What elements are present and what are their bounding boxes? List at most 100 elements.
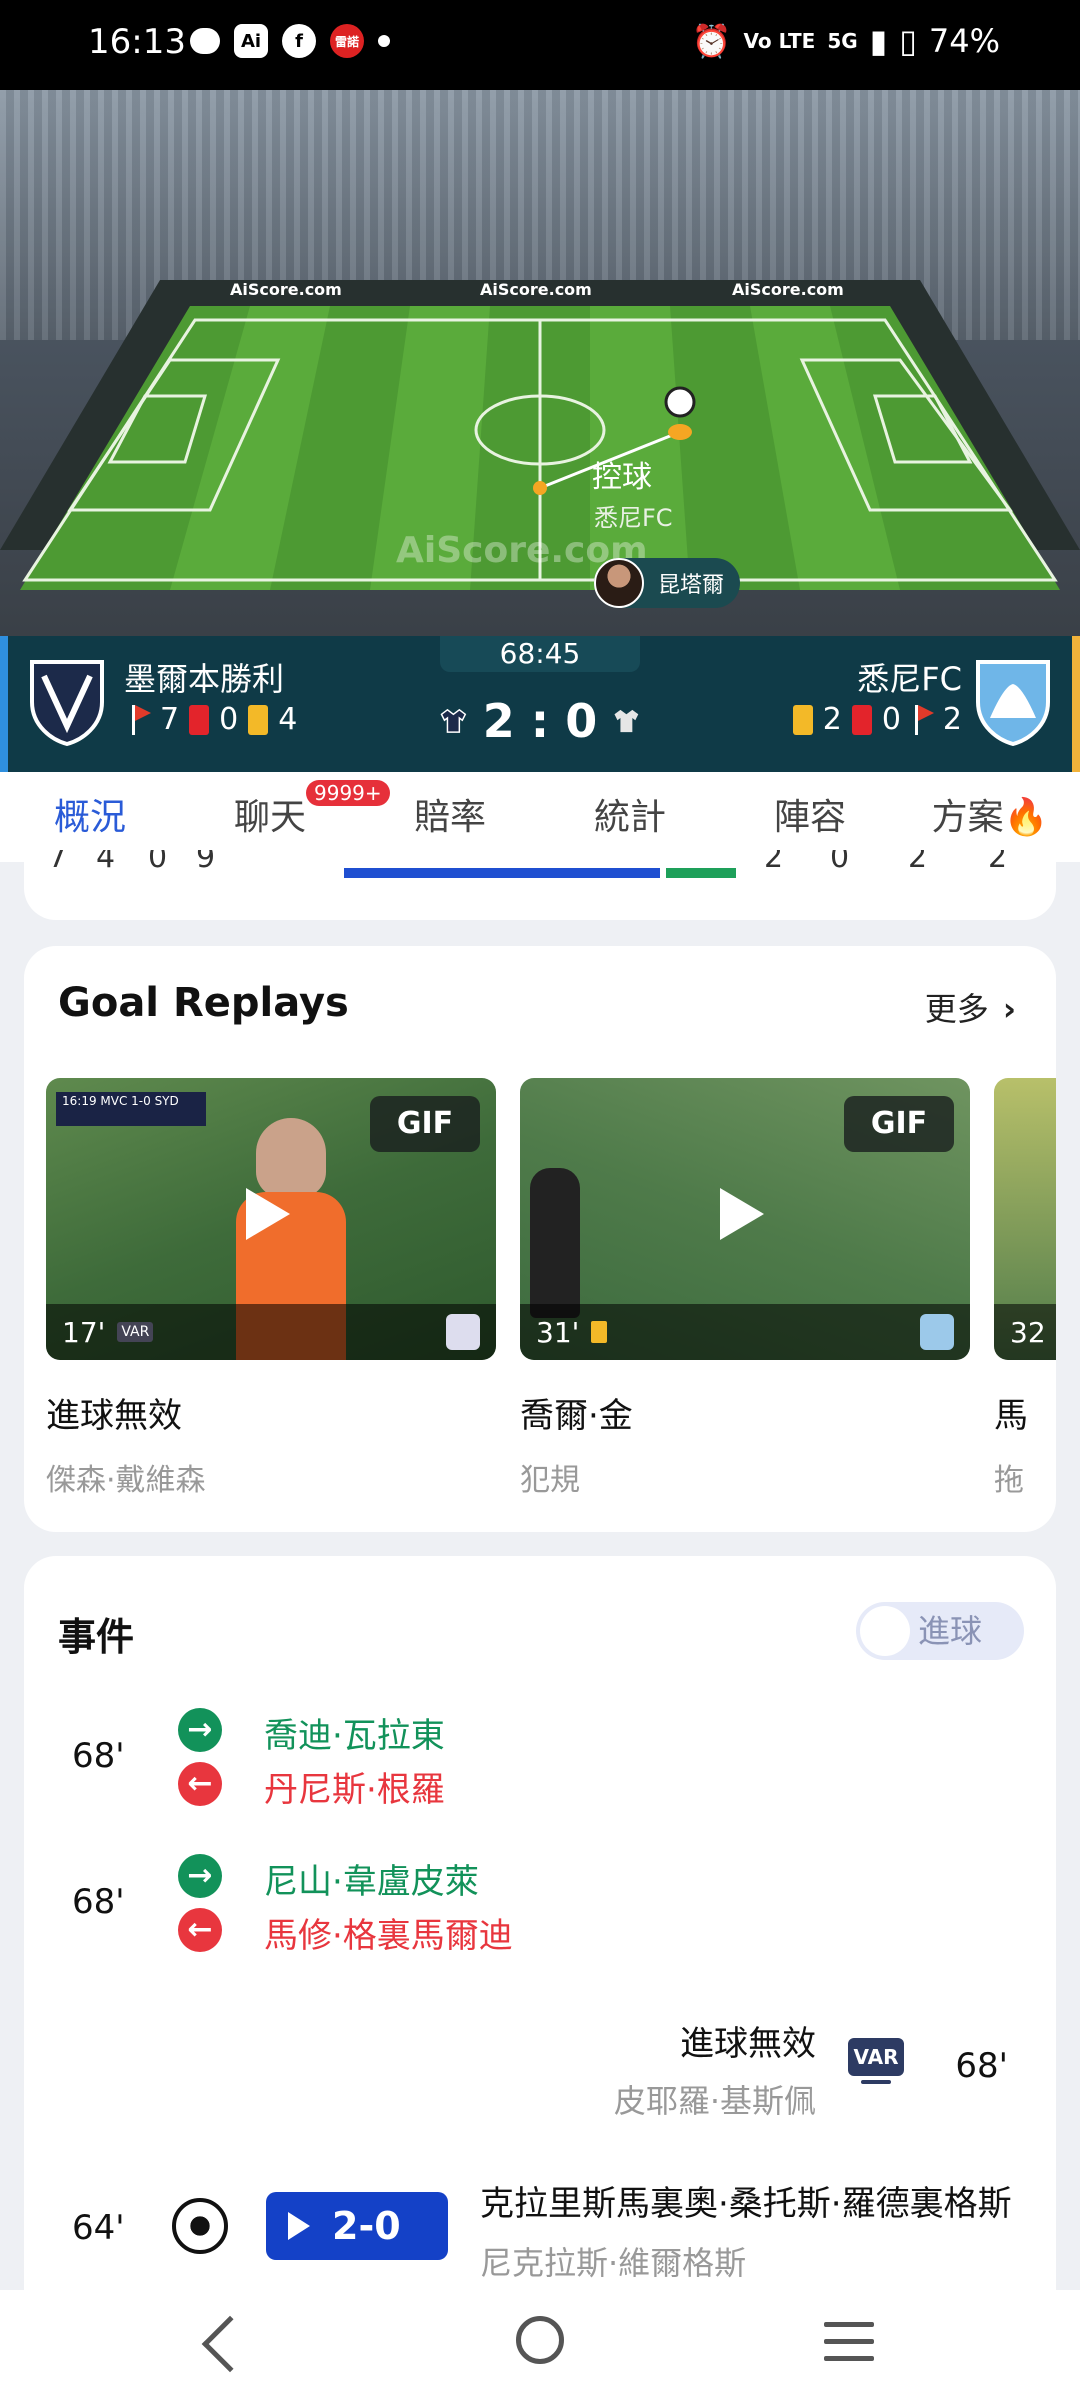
tab-label: 陣容 xyxy=(773,797,846,838)
var-badge: VAR xyxy=(848,2038,904,2076)
replay-item[interactable]: 16:19 MVC 1-0 SYD GIF 17' VAR 進球無效 傑森·戴維… xyxy=(46,1078,496,1499)
event-minute: 68' xyxy=(955,2046,1008,2086)
away-team-name[interactable]: 悉尼FC xyxy=(857,654,962,700)
score: 2 : 0 xyxy=(440,694,640,748)
battery-icon: ▯ xyxy=(899,22,917,60)
pitch-brand-right: AiScore.com xyxy=(732,280,844,299)
replay-thumbnail[interactable]: GIF 31' xyxy=(520,1078,970,1360)
player-name: 昆塔爾 xyxy=(658,573,725,598)
home-color-edge xyxy=(0,636,8,772)
home-icon[interactable] xyxy=(516,2316,564,2364)
away-stat-4: 2 xyxy=(988,850,1008,875)
away-team-stats: 2 0 2 xyxy=(792,702,962,737)
match-live-pitch[interactable]: AiScore.com AiScore.com AiScore.com AiSc… xyxy=(0,90,1080,636)
home-team-logo[interactable] xyxy=(28,656,106,746)
away-stat-2: 0 xyxy=(830,850,850,875)
replay-minute: 31' xyxy=(536,1315,580,1349)
play-icon[interactable] xyxy=(720,1188,764,1240)
status-bar: 16:13 Ai f 雷諾 ⏰ Vo LTE 5G ▮ ▯ 74% xyxy=(0,0,1080,90)
replay-item[interactable]: 32 馬 拖 xyxy=(994,1078,1056,1499)
home-team-stats: 7 0 4 xyxy=(128,702,297,737)
replay-player: 犯規 xyxy=(520,1463,580,1498)
tab-odds[interactable]: 賠率 xyxy=(360,772,540,862)
replay-item[interactable]: GIF 31' 喬爾·金 犯規 xyxy=(520,1078,970,1499)
var-player: 皮耶羅·基斯佩 xyxy=(613,2082,816,2120)
alarm-icon: ⏰ xyxy=(691,22,732,60)
substitution-event[interactable]: 68' → 尼山·韋盧皮萊 ← 馬修·格裏馬爾迪 xyxy=(24,1852,1056,1962)
tab-stats[interactable]: 統計 xyxy=(540,772,720,862)
tab-tips[interactable]: 方案🔥 xyxy=(900,772,1080,862)
var-event[interactable]: 進球無效 皮耶羅·基斯佩 VAR 68' xyxy=(24,2016,1056,2126)
tab-label: 統計 xyxy=(593,797,666,838)
arrow-out-icon: ← xyxy=(178,1908,222,1952)
tab-label: 賠率 xyxy=(413,797,486,838)
sub-in-player: 喬迪·瓦拉東 xyxy=(264,1716,445,1756)
replay-thumbnail[interactable]: 32 xyxy=(994,1078,1056,1360)
replay-thumbnail[interactable]: 16:19 MVC 1-0 SYD GIF 17' VAR xyxy=(46,1078,496,1360)
scoreboard: 68:45 墨爾本勝利 7 0 4 2 : 0 悉尼FC 2 0 2 xyxy=(0,636,1080,772)
arrow-in-icon: → xyxy=(178,1854,222,1898)
home-stat-corners: 7 xyxy=(48,850,68,875)
substitution-event[interactable]: 68' → 喬迪·瓦拉東 ← 丹尼斯·根羅 xyxy=(24,1706,1056,1816)
facebook-icon: f xyxy=(282,24,316,58)
home-shirt-icon xyxy=(440,708,467,733)
gif-badge: GIF xyxy=(844,1096,954,1152)
goals-only-toggle[interactable]: 進球 xyxy=(856,1602,1024,1660)
toggle-knob xyxy=(860,1606,910,1656)
match-tabs: 概況 聊天 9999+ 賠率 統計 陣容 方案🔥 xyxy=(0,772,1080,862)
recent-apps-icon[interactable] xyxy=(824,2322,874,2362)
away-stat-1: 2 xyxy=(764,850,784,875)
signal-icon: ▮ xyxy=(869,22,888,60)
more-label: 更多 xyxy=(924,990,989,1028)
away-team-logo[interactable] xyxy=(974,656,1052,746)
corner-flag-icon xyxy=(911,703,934,737)
gif-badge: GIF xyxy=(370,1096,480,1152)
battery-percent: 74% xyxy=(928,22,1000,60)
tab-label: 聊天 xyxy=(233,797,306,838)
score-separator: : xyxy=(530,694,550,748)
away-red-cards: 0 xyxy=(881,702,901,737)
notification-app-icon: 雷諾 xyxy=(330,24,364,58)
more-replays-link[interactable]: 更多 › xyxy=(925,984,1016,1030)
yellow-card-icon xyxy=(591,1321,608,1343)
var-icon: VAR xyxy=(848,2038,904,2088)
yellow-card-icon xyxy=(248,704,269,735)
sub-out-player: 丹尼斯·根羅 xyxy=(264,1770,445,1810)
tab-label: 概況 xyxy=(53,797,126,838)
home-corners: 7 xyxy=(160,702,180,737)
red-card-icon xyxy=(189,704,210,735)
player-chip[interactable]: 昆塔爾 xyxy=(594,558,740,608)
away-stat-3: 2 xyxy=(908,850,928,875)
possession-bar-away xyxy=(666,868,736,878)
arrow-in-icon: → xyxy=(178,1708,222,1752)
yellow-card-icon xyxy=(792,704,813,735)
events-title: 事件 xyxy=(58,1615,135,1659)
goal-replays-title: Goal Replays xyxy=(58,980,349,1026)
ai-app-icon: Ai xyxy=(234,24,268,58)
tab-chat[interactable]: 聊天 9999+ xyxy=(180,772,390,862)
pitch-brand-center: AiScore.com xyxy=(480,280,592,299)
goal-replay-button[interactable]: 2-0 xyxy=(266,2192,448,2260)
chat-bubble-icon xyxy=(190,28,220,54)
away-yellow-cards: 2 xyxy=(822,702,842,737)
replay-info-bar: 17' VAR xyxy=(46,1304,496,1360)
goal-replays-card: Goal Replays 更多 › 16:19 MVC 1-0 SYD GIF 1… xyxy=(24,946,1056,1532)
home-yellow-cards: 4 xyxy=(278,702,298,737)
status-time: 16:13 xyxy=(88,22,186,62)
home-team-name[interactable]: 墨爾本勝利 xyxy=(124,654,284,700)
replay-minute: 32 xyxy=(1010,1315,1046,1349)
away-color-edge xyxy=(1072,636,1080,772)
corner-flag-icon xyxy=(128,703,151,737)
goal-event[interactable]: 64' 2-0 克拉里斯馬裏奧·桑托斯·羅德裏格斯 尼克拉斯·維爾格斯 xyxy=(24,2176,1056,2296)
tab-label: 方案 xyxy=(931,797,1004,838)
sub-out-player: 馬修·格裏馬爾迪 xyxy=(264,1916,513,1956)
back-icon[interactable] xyxy=(201,2315,259,2373)
tab-overview[interactable]: 概況 xyxy=(0,772,180,862)
goal-score: 2-0 xyxy=(332,2204,401,2248)
replay-info-bar: 32 xyxy=(994,1304,1056,1360)
tab-lineup[interactable]: 陣容 xyxy=(720,772,900,862)
play-icon[interactable] xyxy=(246,1188,290,1240)
possession-team: 悉尼FC xyxy=(594,504,673,532)
var-result: 進球無效 xyxy=(680,2024,816,2064)
more-notifications-dot xyxy=(378,35,390,47)
